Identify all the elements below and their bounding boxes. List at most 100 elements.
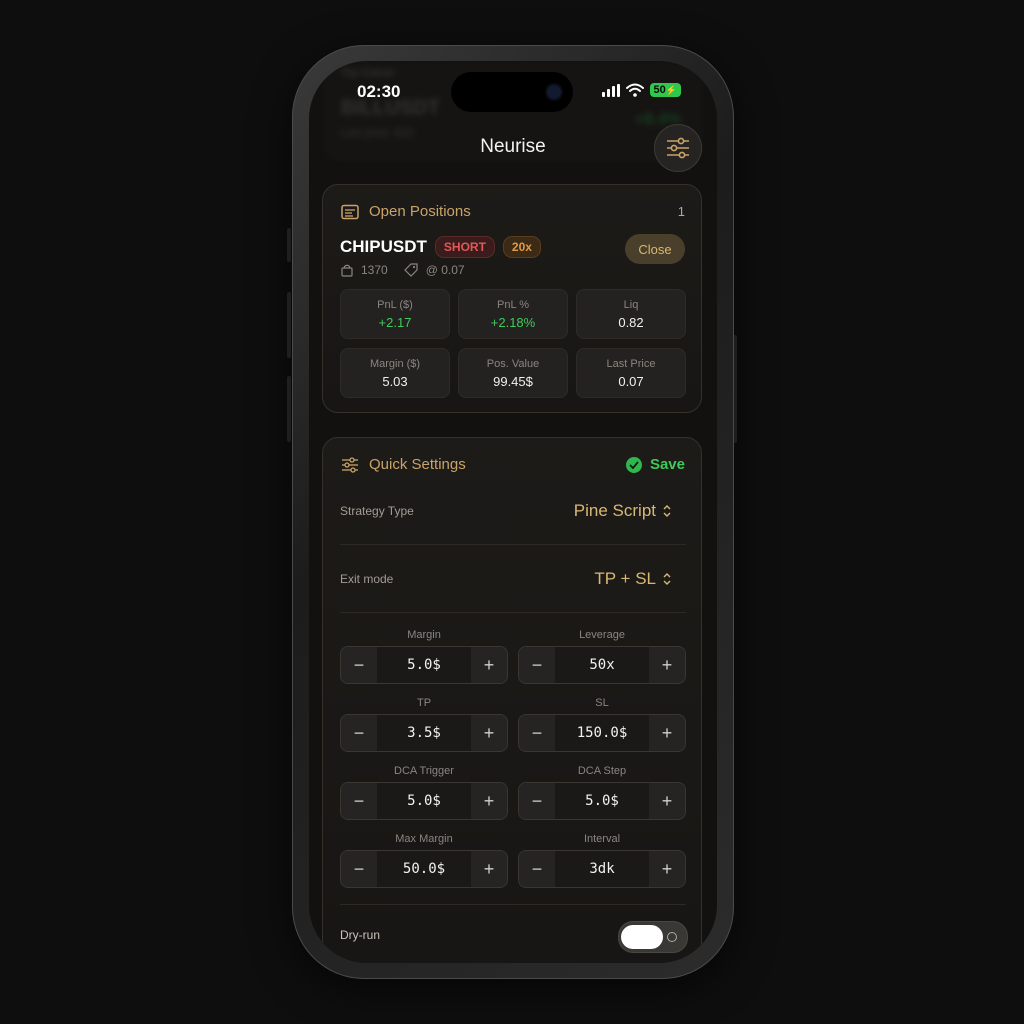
volume-up-button[interactable] xyxy=(287,292,291,358)
check-circle-icon xyxy=(625,456,642,473)
ghost-label: Top Gainer xyxy=(341,67,395,79)
toggle-off-indicator xyxy=(667,932,677,942)
status-time: 02:30 xyxy=(357,82,401,101)
tp-value[interactable]: 3.5$ xyxy=(377,715,471,751)
dca-trigger-decrement-button[interactable]: − xyxy=(341,783,377,819)
leverage-badge: 20x xyxy=(502,236,541,258)
interval-value[interactable]: 3dk xyxy=(555,851,649,887)
margin-value[interactable]: 5.0$ xyxy=(377,647,471,683)
stat-value: +2.18% xyxy=(490,315,536,330)
strategy-type-select[interactable]: Pine Script xyxy=(574,478,672,544)
chevron-up-down-icon xyxy=(663,573,671,585)
stat-liq: Liq 0.82 xyxy=(576,289,686,339)
leverage-increment-button[interactable]: + xyxy=(649,647,685,683)
dca-step-value[interactable]: 5.0$ xyxy=(555,783,649,819)
dca-trigger-increment-button[interactable]: + xyxy=(471,783,507,819)
dry-run-label: Dry-run xyxy=(340,928,381,942)
margin-label: Margin xyxy=(407,629,441,641)
position-quantity: 1370 xyxy=(361,263,388,277)
stat-value: 0.07 xyxy=(618,374,644,389)
leverage-decrement-button[interactable]: − xyxy=(519,647,555,683)
dynamic-island xyxy=(451,72,573,112)
stat-label: Last Price xyxy=(606,358,656,370)
dca-step-decrement-button[interactable]: − xyxy=(519,783,555,819)
chevron-up-down-icon xyxy=(663,505,671,517)
open-positions-card: Open Positions 1 CHIPUSDT SHORT 20x Clos… xyxy=(322,184,702,413)
stat-pos-value: Pos. Value 99.45$ xyxy=(458,348,568,398)
interval-increment-button[interactable]: + xyxy=(649,851,685,887)
max-margin-value[interactable]: 50.0$ xyxy=(377,851,471,887)
dca-step-label: DCA Step xyxy=(577,765,627,777)
position-symbol-row: CHIPUSDT SHORT 20x xyxy=(340,236,541,258)
exit-mode-value: TP + SL xyxy=(594,569,656,588)
save-button[interactable]: Save xyxy=(625,456,685,473)
list-window-icon xyxy=(341,204,359,219)
tp-stepper: −3.5$ + xyxy=(340,714,508,752)
sl-decrement-button[interactable]: − xyxy=(519,715,555,751)
quick-settings-header: Quick Settings xyxy=(341,456,466,473)
exit-mode-row[interactable]: Exit mode TP + SL xyxy=(340,546,686,613)
wifi-icon xyxy=(625,83,644,97)
volume-down-button[interactable] xyxy=(287,376,291,442)
stat-pnl-usd: PnL ($) +2.17 xyxy=(340,289,450,339)
dca-step-stepper: −5.0$ + xyxy=(518,782,686,820)
tp-label: TP xyxy=(416,697,432,709)
interval-decrement-button[interactable]: − xyxy=(519,851,555,887)
sl-increment-button[interactable]: + xyxy=(649,715,685,751)
dca-trigger-value[interactable]: 5.0$ xyxy=(377,783,471,819)
battery-level: 50 xyxy=(653,84,666,96)
status-icons: 50⚡ xyxy=(601,83,681,97)
bag-icon xyxy=(341,264,353,277)
close-position-button[interactable]: Close xyxy=(625,234,685,264)
sl-value[interactable]: 150.0$ xyxy=(555,715,649,751)
quick-settings-card: Quick Settings Save Strategy Type Pine S… xyxy=(322,437,702,963)
position-meta: 1370 @ 0.07 xyxy=(341,263,465,277)
stat-label: Liq xyxy=(623,299,639,311)
position-count: 1 xyxy=(677,204,685,219)
margin-increment-button[interactable]: + xyxy=(471,647,507,683)
tag-icon xyxy=(403,263,418,277)
stat-label: PnL % xyxy=(496,299,529,311)
margin-decrement-button[interactable]: − xyxy=(341,647,377,683)
stat-pnl-percent: PnL % +2.18% xyxy=(458,289,568,339)
stat-value: 99.45$ xyxy=(493,374,533,389)
entry-price: @ 0.07 xyxy=(425,263,465,277)
toggle-knob xyxy=(621,925,663,949)
strategy-type-label: Strategy Type xyxy=(340,504,414,518)
leverage-value[interactable]: 50x xyxy=(555,647,649,683)
max-margin-decrement-button[interactable]: − xyxy=(341,851,377,887)
action-button[interactable] xyxy=(287,228,291,262)
open-positions-header: Open Positions xyxy=(341,203,471,220)
max-margin-increment-button[interactable]: + xyxy=(471,851,507,887)
filter-button[interactable] xyxy=(654,124,702,172)
position-symbol: CHIPUSDT xyxy=(340,237,427,256)
strategy-type-row[interactable]: Strategy Type Pine Script xyxy=(340,478,686,545)
battery-indicator: 50⚡ xyxy=(649,83,681,97)
camera-icon xyxy=(547,85,561,99)
dca-trigger-stepper: −5.0$ + xyxy=(340,782,508,820)
stat-label: Pos. Value xyxy=(486,358,540,370)
phone-screen: Top Gainer BILLUSDT Last price: $16 +8.4… xyxy=(309,61,717,963)
sl-stepper: −150.0$ + xyxy=(518,714,686,752)
max-margin-label: Max Margin xyxy=(395,833,453,845)
stat-value: 5.03 xyxy=(382,374,408,389)
quick-settings-title: Quick Settings xyxy=(369,456,466,473)
strategy-type-value: Pine Script xyxy=(573,501,656,520)
dca-step-increment-button[interactable]: + xyxy=(649,783,685,819)
dry-run-toggle[interactable] xyxy=(618,921,688,953)
stat-label: Margin ($) xyxy=(369,358,421,370)
tp-decrement-button[interactable]: − xyxy=(341,715,377,751)
exit-mode-label: Exit mode xyxy=(340,572,394,586)
sl-label: SL xyxy=(595,697,609,709)
stat-last-price: Last Price 0.07 xyxy=(576,348,686,398)
open-positions-title: Open Positions xyxy=(369,203,471,220)
side-badge: SHORT xyxy=(434,236,495,258)
stat-value: 0.82 xyxy=(618,315,644,330)
max-margin-stepper: −50.0$ + xyxy=(340,850,508,888)
tp-increment-button[interactable]: + xyxy=(471,715,507,751)
dry-run-row: Dry-run xyxy=(340,904,688,963)
stat-margin: Margin ($) 5.03 xyxy=(340,348,450,398)
interval-stepper: −3dk + xyxy=(518,850,686,888)
leverage-stepper: −50x + xyxy=(518,646,686,684)
exit-mode-select[interactable]: TP + SL xyxy=(594,546,672,612)
